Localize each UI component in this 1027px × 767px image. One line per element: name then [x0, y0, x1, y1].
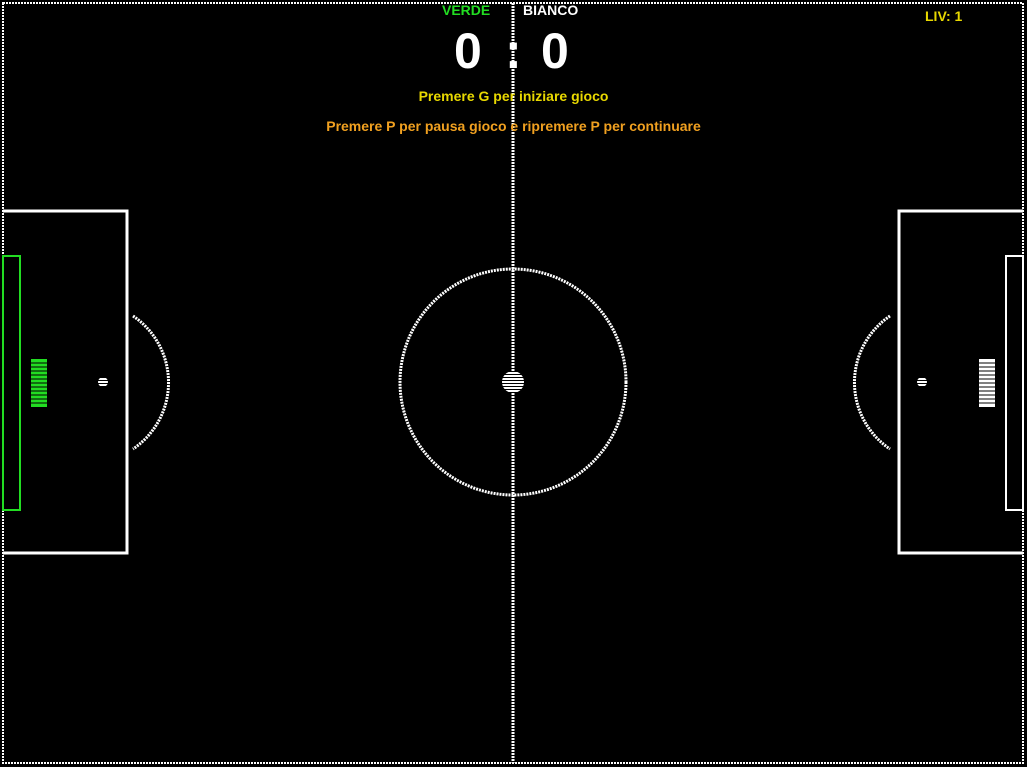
game-screen[interactable]: VERDE BIANCO 0 : 0 LIV: 1 Premere G per … — [0, 0, 1027, 767]
ball — [502, 371, 524, 393]
score-left: 0 — [454, 23, 482, 79]
team-left-name: VERDE — [442, 2, 491, 18]
score-right: 0 — [541, 23, 569, 79]
right-penalty-spot — [917, 377, 927, 387]
level-indicator: LIV: 1 — [925, 8, 963, 24]
left-penalty-spot — [98, 377, 108, 387]
team-right-name: BIANCO — [523, 2, 579, 18]
left-penalty-arc — [132, 314, 171, 451]
soccer-field — [2, 2, 1024, 764]
pause-instruction: Premere P per pausa gioco e ripremere P … — [326, 118, 701, 134]
score-separator: : — [505, 23, 522, 79]
start-instruction: Premere G per iniziare gioco — [418, 88, 609, 104]
right-penalty-arc — [852, 314, 891, 451]
right-goal — [1005, 255, 1024, 511]
left-goal — [2, 255, 21, 511]
left-penalty-area — [3, 209, 129, 555]
